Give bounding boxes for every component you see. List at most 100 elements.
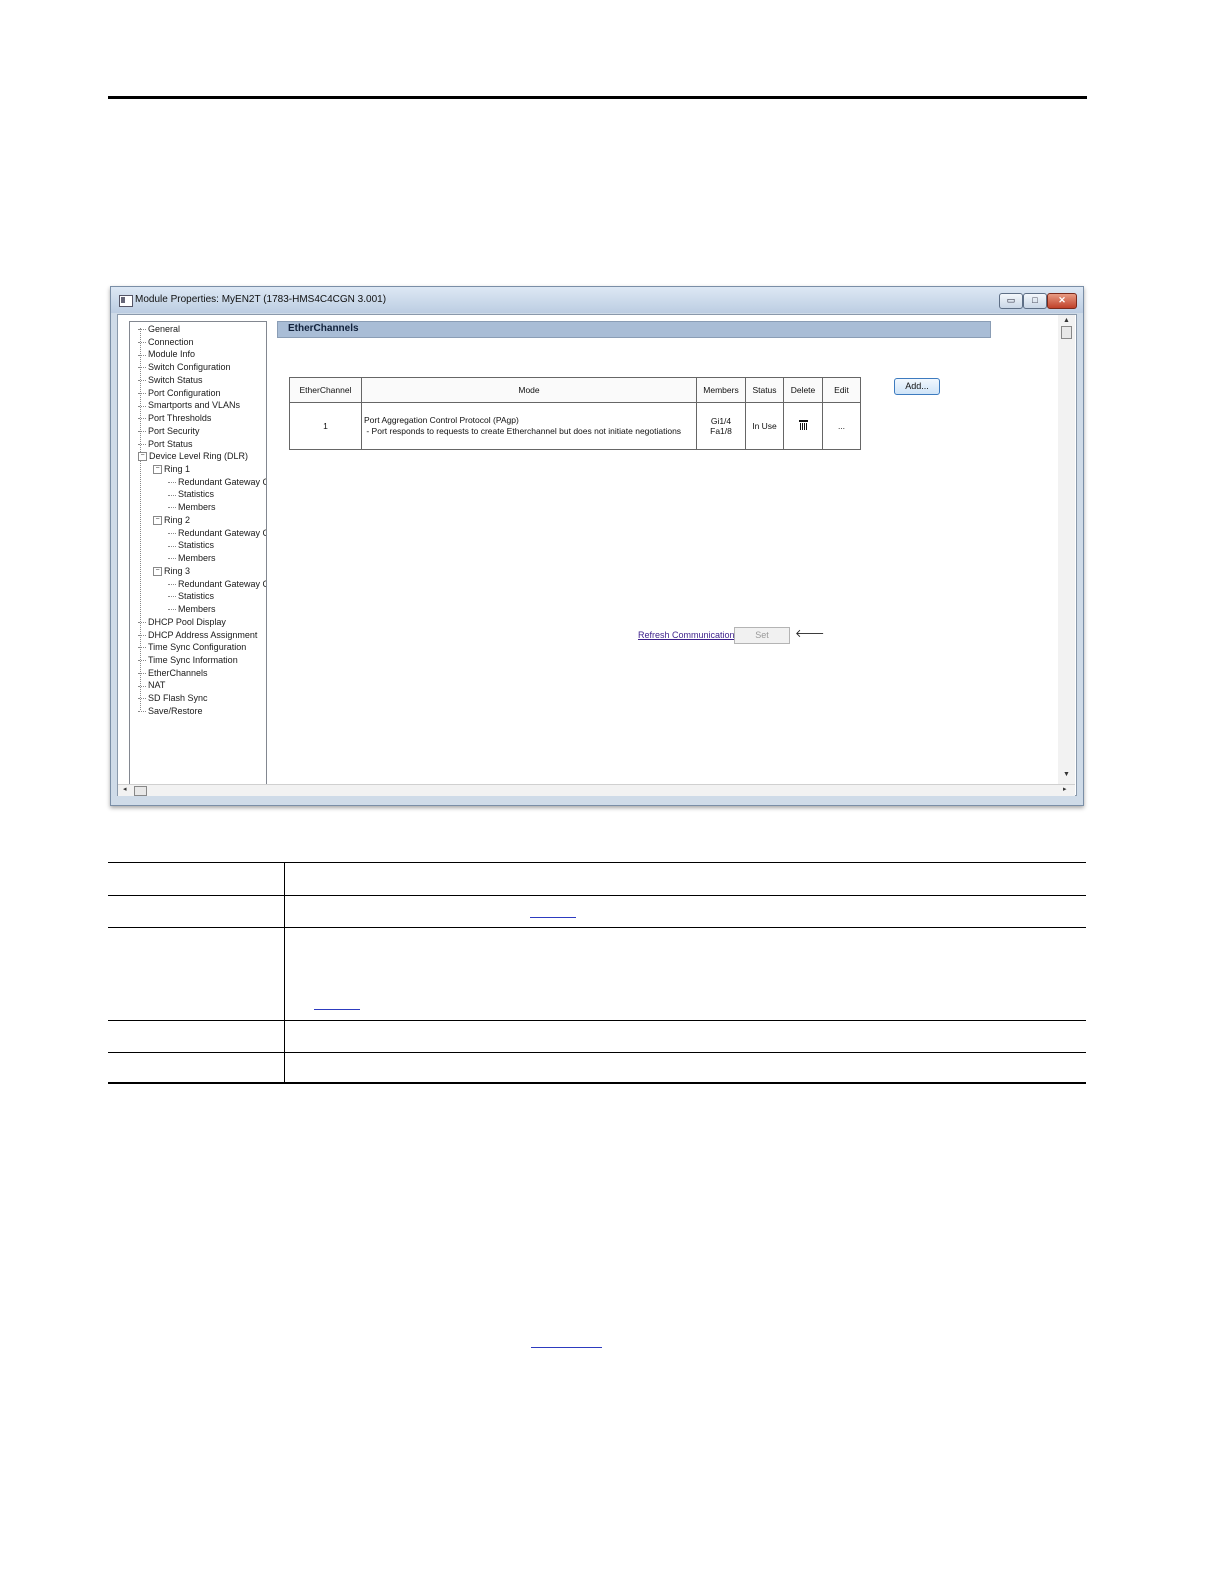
tree-item-label: Smartports and VLANs [148,400,241,411]
tree-item-label: Members [178,502,216,513]
tree-item-label: Connection [148,336,194,347]
tree-item[interactable]: − Ring 1 [153,463,190,476]
tree-item[interactable]: Members [168,501,216,514]
tree-connector [138,367,146,369]
table-cell [108,928,285,1020]
tree-connector [138,380,146,382]
tree-item-label: Switch Status [148,374,203,385]
cross-reference-link[interactable] [530,917,576,918]
close-button[interactable]: ✕ [1047,293,1077,309]
tree-item-label: Port Thresholds [148,413,212,424]
cross-reference-link[interactable] [314,1009,360,1010]
table-header-row: EtherChannel Mode Members Status Delete … [289,377,861,403]
trash-icon[interactable] [798,420,808,430]
tree-item-label: Port Configuration [148,387,221,398]
tree-item-label: DHCP Address Assignment [148,629,258,640]
page-cross-reference-link[interactable] [531,1347,602,1348]
maximize-button[interactable]: □ [1023,293,1047,309]
tree-item[interactable]: Save/Restore [138,705,203,718]
tree-item[interactable]: DHCP Pool Display [138,616,226,629]
tree-item-label: Port Status [148,438,193,449]
tree-item[interactable]: − Device Level Ring (DLR) [138,450,248,463]
tree-item-label: Time Sync Information [148,654,238,665]
tree-item-label: Statistics [178,591,215,602]
tree-connector [138,634,146,636]
window-title: Module Properties: MyEN2T (1783-HMS4C4CG… [135,294,387,305]
tree-item[interactable]: Port Configuration [138,387,221,400]
scroll-left-icon[interactable]: ◂ [123,785,127,793]
tree-item[interactable]: Statistics [168,539,214,552]
tree-item-label: Device Level Ring (DLR) [149,451,249,462]
tree-item[interactable]: Members [168,603,216,616]
tree-item[interactable]: Port Thresholds [138,412,211,425]
tree-item[interactable]: Port Status [138,438,193,451]
vertical-scrollbar[interactable]: ▲ ▼ [1058,315,1075,784]
horizontal-scrollbar[interactable]: ◂ ▸ [118,784,1075,796]
tree-item[interactable]: Smartports and VLANs [138,399,240,412]
tree-connector [138,621,146,623]
collapse-icon[interactable]: − [153,465,162,475]
pane-title: EtherChannels [288,323,359,334]
tree-item[interactable]: Redundant Gateway Co [168,578,266,591]
header-members: Members [696,377,746,403]
module-properties-window: Module Properties: MyEN2T (1783-HMS4C4CG… [110,286,1084,806]
refresh-communication-link[interactable]: Refresh Communication [638,630,735,640]
tree-item[interactable]: Switch Status [138,374,203,387]
tree-item[interactable]: DHCP Address Assignment [138,629,257,642]
tree-item[interactable]: Statistics [168,590,214,603]
scroll-right-icon[interactable]: ▸ [1063,785,1067,793]
set-button[interactable]: Set [734,627,790,644]
tree-item-label: Ring 2 [164,514,191,525]
tree-item[interactable]: − Ring 3 [153,565,190,578]
tree-item[interactable]: EtherChannels [138,667,208,680]
table-bottom-rule [108,1082,1086,1084]
member-port-2: Fa1/8 [710,426,732,436]
horizontal-scroll-thumb[interactable] [134,786,147,796]
tree-connector [138,341,146,343]
arrow-left-icon: 🡐 [795,628,825,640]
cell-edit[interactable]: ... [822,402,861,450]
tree-connector [168,481,176,483]
tree-item[interactable]: Switch Configuration [138,361,231,374]
member-port-1: Gi1/4 [710,416,732,426]
page-top-rule [108,96,1087,99]
table-cell [108,1053,285,1084]
collapse-icon[interactable]: − [138,452,147,462]
table-row[interactable]: 1 Port Aggregation Control Protocol (PAg… [289,402,861,450]
tree-connector [138,672,146,674]
collapse-icon[interactable]: − [153,566,162,576]
header-mode: Mode [361,377,697,403]
tree-item[interactable]: Port Security [138,425,200,438]
collapse-icon[interactable]: − [153,516,162,526]
cell-status: In Use [745,402,784,450]
tree-item[interactable]: General [138,323,180,336]
add-button[interactable]: Add... [894,378,940,395]
pane-header: EtherChannels [277,321,991,338]
tree-item[interactable]: SD Flash Sync [138,692,208,705]
tree-item-label: SD Flash Sync [148,693,208,704]
tree-item[interactable]: Time Sync Configuration [138,641,246,654]
scroll-up-icon[interactable]: ▲ [1063,317,1070,324]
tree-item-label: Ring 3 [164,565,191,576]
category-tree[interactable]: General Connection Module Info Switch Confi… [129,321,267,786]
tree-item[interactable]: NAT [138,679,165,692]
tree-connector [138,443,146,445]
tree-item[interactable]: Statistics [168,488,214,501]
tree-item-label: NAT [148,680,166,691]
tree-item[interactable]: Redundant Gateway Co [168,476,266,489]
tree-item-label: EtherChannels [148,667,208,678]
minimize-button[interactable]: ▭ [999,293,1023,309]
tree-item[interactable]: − Ring 2 [153,514,190,527]
vertical-scroll-thumb[interactable] [1061,326,1072,339]
tree-item[interactable]: Redundant Gateway Co [168,527,266,540]
tree-connector [168,596,176,598]
header-status: Status [745,377,784,403]
scroll-down-icon[interactable]: ▼ [1063,771,1070,778]
tree-item[interactable]: Module Info [138,348,195,361]
table-row [108,1020,1086,1052]
tree-item[interactable]: Members [168,552,216,565]
tree-item[interactable]: Connection [138,336,194,349]
tree-item[interactable]: Time Sync Information [138,654,238,667]
title-bar[interactable]: Module Properties: MyEN2T (1783-HMS4C4CG… [111,287,1083,313]
cell-delete[interactable] [783,402,823,450]
